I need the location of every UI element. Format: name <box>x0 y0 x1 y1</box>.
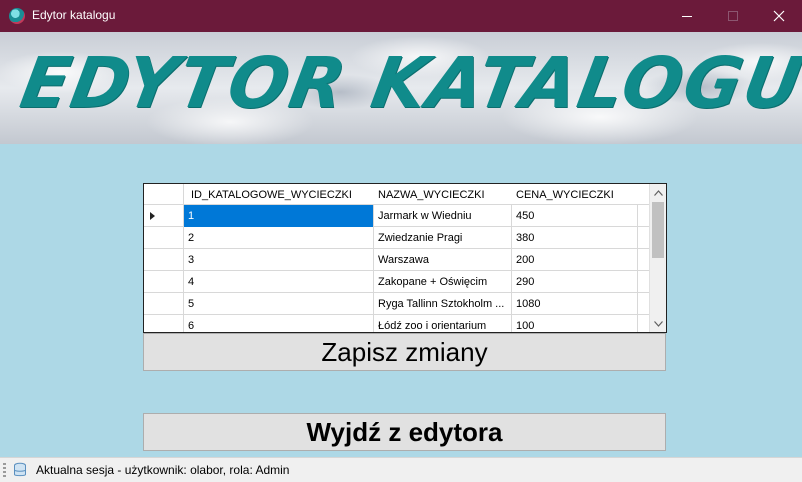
save-changes-button[interactable]: Zapisz zmiany <box>143 333 666 371</box>
catalog-data-grid[interactable]: ID_KATALOGOWE_WYCIECZKI NAZWA_WYCIECZKI … <box>143 183 667 333</box>
grid-rows: 1 Jarmark w Wiedniu 450 2 Zwiedzanie Pra… <box>144 205 650 332</box>
database-icon <box>14 462 26 477</box>
row-header[interactable] <box>144 205 184 227</box>
row-header[interactable] <box>144 315 184 332</box>
minimize-button[interactable] <box>664 0 710 32</box>
cell-name[interactable]: Łódź zoo i orientarium <box>374 315 512 332</box>
save-changes-label: Zapisz zmiany <box>321 336 488 367</box>
cell-name[interactable]: Zakopane + Oświęcim <box>374 271 512 293</box>
current-row-arrow-icon <box>150 212 155 220</box>
chevron-up-icon <box>653 189 663 196</box>
cell-price[interactable]: 1080 <box>512 293 638 315</box>
scroll-thumb[interactable] <box>652 202 664 258</box>
cell-id[interactable]: 6 <box>184 315 374 332</box>
table-row[interactable]: 6 Łódź zoo i orientarium 100 <box>144 315 650 332</box>
cell-price[interactable]: 450 <box>512 205 638 227</box>
cell-price[interactable]: 100 <box>512 315 638 332</box>
table-row[interactable]: 4 Zakopane + Oświęcim 290 <box>144 271 650 293</box>
session-status-text: Aktualna sesja - użytkownik: olabor, rol… <box>36 463 290 477</box>
status-bar: Aktualna sesja - użytkownik: olabor, rol… <box>0 457 802 482</box>
title-bar: Edytor katalogu <box>0 0 802 32</box>
grid-corner-cell[interactable] <box>144 184 184 205</box>
row-header[interactable] <box>144 271 184 293</box>
scroll-down-button[interactable] <box>650 315 666 332</box>
cell-name[interactable]: Zwiedzanie Pragi <box>374 227 512 249</box>
row-header[interactable] <box>144 227 184 249</box>
cell-name[interactable]: Ryga Tallinn Sztokholm ... <box>374 293 512 315</box>
row-header[interactable] <box>144 293 184 315</box>
table-row[interactable]: 3 Warszawa 200 <box>144 249 650 271</box>
maximize-button[interactable] <box>710 0 756 32</box>
cell-name[interactable]: Warszawa <box>374 249 512 271</box>
exit-editor-label: Wyjdź z edytora <box>306 416 503 447</box>
grid-header: ID_KATALOGOWE_WYCIECZKI NAZWA_WYCIECZKI … <box>144 184 650 205</box>
status-grip <box>3 463 6 477</box>
vertical-scrollbar[interactable] <box>649 184 666 332</box>
chevron-down-icon <box>653 320 663 327</box>
table-row[interactable]: 2 Zwiedzanie Pragi 380 <box>144 227 650 249</box>
banner-title: EDYTOR KATALOGU <box>14 42 802 124</box>
cell-id[interactable]: 2 <box>184 227 374 249</box>
close-icon <box>773 10 785 22</box>
cell-id[interactable]: 5 <box>184 293 374 315</box>
cell-price[interactable]: 290 <box>512 271 638 293</box>
cell-id[interactable]: 3 <box>184 249 374 271</box>
cell-id[interactable]: 1 <box>184 205 374 227</box>
row-header[interactable] <box>144 249 184 271</box>
scroll-up-button[interactable] <box>650 184 666 201</box>
maximize-icon <box>728 11 738 21</box>
table-row[interactable]: 5 Ryga Tallinn Sztokholm ... 1080 <box>144 293 650 315</box>
column-header-price[interactable]: CENA_WYCIECZKI <box>516 189 614 201</box>
minimize-icon <box>682 15 692 17</box>
cell-price[interactable]: 200 <box>512 249 638 271</box>
cell-price[interactable]: 380 <box>512 227 638 249</box>
table-row[interactable]: 1 Jarmark w Wiedniu 450 <box>144 205 650 227</box>
column-header-id[interactable]: ID_KATALOGOWE_WYCIECZKI <box>191 189 352 201</box>
window-title: Edytor katalogu <box>32 8 116 22</box>
app-icon <box>9 8 25 24</box>
cell-id[interactable]: 4 <box>184 271 374 293</box>
header-banner: EDYTOR KATALOGU <box>0 32 802 144</box>
column-header-name[interactable]: NAZWA_WYCIECZKI <box>378 189 485 201</box>
exit-editor-button[interactable]: Wyjdź z edytora <box>143 413 666 451</box>
close-button[interactable] <box>756 0 802 32</box>
cell-name[interactable]: Jarmark w Wiedniu <box>374 205 512 227</box>
